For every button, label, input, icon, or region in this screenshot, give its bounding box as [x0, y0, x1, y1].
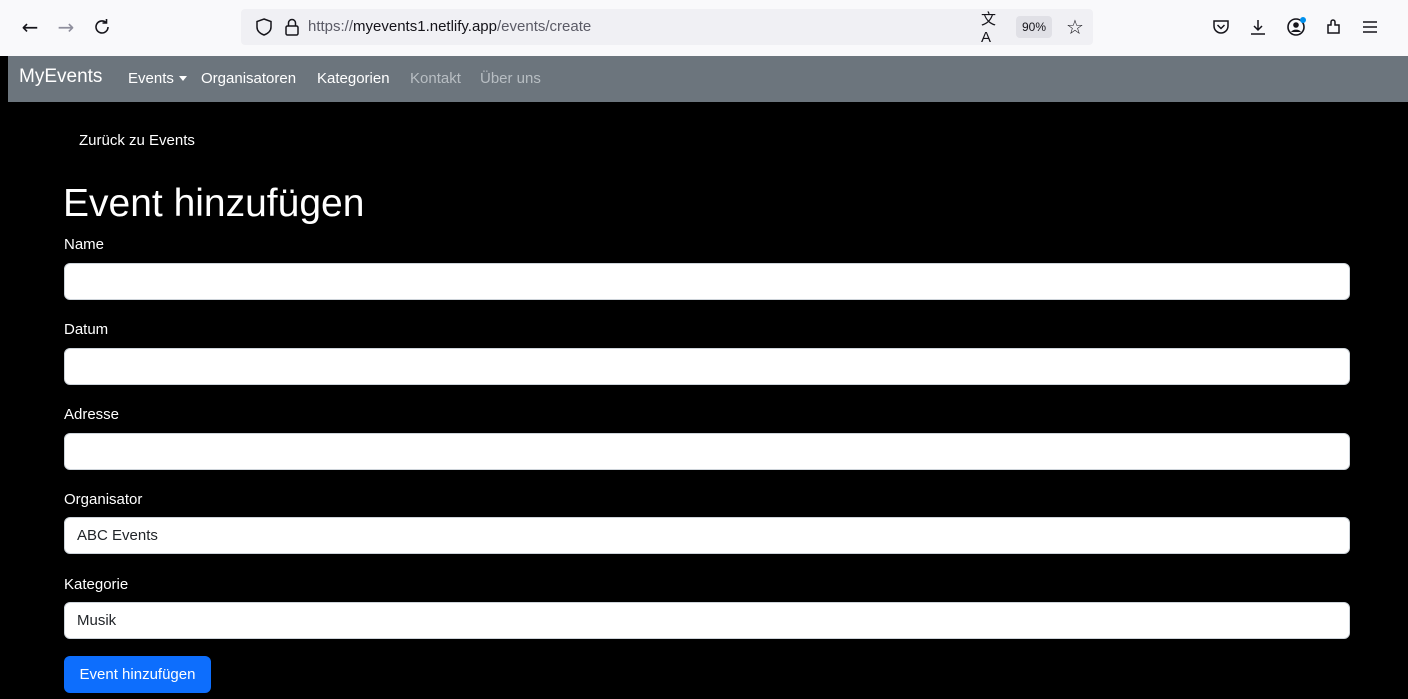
reload-icon[interactable] [88, 13, 116, 41]
zoom-level[interactable]: 90% [1016, 16, 1052, 38]
menu-icon[interactable] [1356, 13, 1384, 41]
navbar: MyEvents Events Organisatoren Kategorien… [8, 56, 1408, 102]
datum-input[interactable] [64, 348, 1350, 385]
forward-arrow-icon[interactable]: → [52, 13, 80, 41]
url-prefix: https:// [308, 18, 354, 35]
organisator-label: Organisator [64, 491, 143, 508]
main-content: Zurück zu Events Event hinzufügen Name D… [8, 102, 1408, 699]
url-bar[interactable]: https://myevents1.netlify.app/events/cre… [241, 9, 1093, 46]
kategorie-select[interactable]: Musik [64, 602, 1350, 639]
nav-item-events[interactable]: Events [128, 70, 187, 87]
back-arrow-icon[interactable]: ← [16, 13, 44, 41]
navbar-brand[interactable]: MyEvents [19, 66, 102, 88]
url-host: myevents1.netlify.app [353, 18, 497, 35]
add-event-button[interactable]: Event hinzufügen [64, 656, 211, 693]
back-to-events-link[interactable]: Zurück zu Events [79, 132, 195, 149]
datum-label: Datum [64, 321, 109, 338]
nav-item-organisatoren[interactable]: Organisatoren [201, 70, 296, 87]
browser-toolbar: ← → https://myevents1.netlify.app/events… [0, 0, 1408, 56]
nav-item-ueber-uns[interactable]: Über uns [480, 70, 541, 87]
url-text[interactable]: https://myevents1.netlify.app/events/cre… [308, 18, 591, 35]
adresse-label: Adresse [64, 406, 120, 423]
pocket-icon[interactable] [1207, 13, 1235, 41]
caret-down-icon [178, 76, 187, 81]
star-icon[interactable]: ☆ [1062, 14, 1088, 40]
download-icon[interactable] [1244, 13, 1272, 41]
name-label: Name [64, 236, 105, 253]
page-title: Event hinzufügen [63, 182, 365, 225]
nav-item-kategorien[interactable]: Kategorien [317, 70, 390, 87]
translate-icon[interactable]: 文A [981, 11, 1005, 46]
nav-item-kontakt[interactable]: Kontakt [410, 70, 461, 87]
kategorie-label: Kategorie [64, 576, 129, 593]
shield-icon[interactable] [253, 16, 275, 38]
organisator-select[interactable]: ABC Events [64, 517, 1350, 554]
url-path: /events/create [497, 18, 592, 35]
account-icon[interactable] [1282, 13, 1310, 41]
extensions-icon[interactable] [1320, 13, 1348, 41]
name-input[interactable] [64, 263, 1350, 300]
adresse-input[interactable] [64, 433, 1350, 470]
lock-icon[interactable] [281, 16, 303, 38]
nav-item-events-label: Events [128, 70, 174, 87]
